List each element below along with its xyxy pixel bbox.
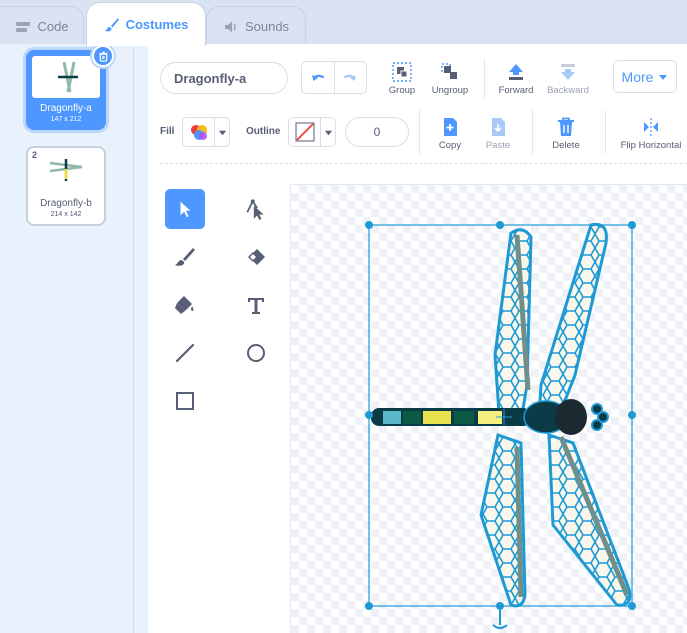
more-label: More bbox=[621, 68, 654, 85]
costume-name: Dragonfly-a bbox=[40, 103, 92, 114]
no-color-icon bbox=[295, 122, 314, 142]
fill-color-picker[interactable] bbox=[182, 117, 230, 147]
text-tool[interactable] bbox=[236, 285, 276, 325]
tab-costumes-label: Costumes bbox=[125, 17, 189, 32]
flip-horizontal-icon bbox=[644, 118, 658, 136]
mixed-colors-icon bbox=[190, 125, 207, 140]
paste-label: Paste bbox=[485, 140, 511, 151]
costume-number: 2 bbox=[32, 150, 38, 160]
dragonfly-thumbnail-icon bbox=[58, 61, 78, 93]
undo-icon bbox=[311, 74, 324, 81]
dragonfly-thumbnail-icon bbox=[49, 159, 83, 181]
arrow-pointer-icon bbox=[180, 201, 191, 218]
undo-button[interactable] bbox=[302, 62, 335, 93]
rectangle-icon bbox=[176, 392, 194, 410]
costume-list: 1 Dragonfly-a 147 x 212 2 Dragonfly-b 21… bbox=[0, 44, 134, 633]
tab-bar: Code Costumes Sounds bbox=[0, 0, 687, 46]
tab-sounds-label: Sounds bbox=[244, 19, 290, 34]
ungroup-label: Ungroup bbox=[431, 85, 469, 96]
delete-button[interactable]: Delete bbox=[538, 114, 594, 151]
rectangle-tool[interactable] bbox=[165, 381, 205, 421]
costume-item-dragonfly-a[interactable]: 1 Dragonfly-a 147 x 212 bbox=[26, 45, 114, 130]
paint-editor: Group Ungroup Forward Backward More Fill… bbox=[148, 44, 687, 633]
lower-right-wing bbox=[547, 432, 632, 607]
brush-icon bbox=[175, 248, 195, 266]
tab-code[interactable]: Code bbox=[0, 6, 84, 46]
forward-icon bbox=[509, 64, 523, 80]
code-blocks-icon bbox=[16, 21, 31, 32]
ungroup-icon bbox=[441, 63, 457, 79]
tab-sounds[interactable]: Sounds bbox=[206, 6, 306, 46]
ungroup-button[interactable]: Ungroup bbox=[422, 59, 478, 96]
brush-icon bbox=[104, 17, 119, 31]
caret-down-icon bbox=[218, 130, 226, 135]
tab-code-label: Code bbox=[37, 19, 69, 34]
tail-segment bbox=[423, 411, 451, 424]
circle-tool[interactable] bbox=[236, 333, 276, 373]
flip-horizontal-button[interactable]: Flip Horizontal bbox=[610, 114, 687, 151]
undo-redo-group bbox=[301, 61, 367, 94]
costume-size: 147 x 212 bbox=[50, 116, 82, 123]
delete-label: Delete bbox=[552, 140, 580, 151]
caret-down-icon bbox=[324, 130, 332, 135]
forward-label: Forward bbox=[498, 85, 534, 96]
toolbar-divider bbox=[160, 163, 687, 164]
backward-label: Backward bbox=[547, 85, 589, 96]
divider bbox=[532, 110, 533, 154]
copy-icon bbox=[444, 118, 457, 136]
dragonfly-sprite[interactable] bbox=[291, 185, 687, 633]
divider bbox=[419, 110, 420, 154]
costume-number: 1 bbox=[33, 55, 39, 65]
forward-button[interactable]: Forward bbox=[488, 59, 544, 96]
line-icon bbox=[175, 343, 195, 363]
flip-horizontal-label: Flip Horizontal bbox=[620, 140, 682, 151]
speaker-icon bbox=[224, 21, 236, 32]
select-tool[interactable] bbox=[165, 189, 205, 229]
delete-costume-button[interactable] bbox=[92, 45, 114, 67]
costume-name-input[interactable] bbox=[160, 62, 288, 94]
outline-color-picker[interactable] bbox=[288, 117, 336, 147]
line-tool[interactable] bbox=[165, 333, 205, 373]
brush-tool[interactable] bbox=[165, 237, 205, 277]
paint-canvas[interactable] bbox=[290, 184, 687, 633]
dragonfly-eye bbox=[597, 411, 609, 423]
rotate-handle-icon[interactable] bbox=[492, 610, 508, 629]
outline-label: Outline bbox=[246, 126, 281, 137]
more-button[interactable]: More bbox=[613, 60, 677, 93]
tab-costumes[interactable]: Costumes bbox=[86, 2, 206, 46]
outline-width-input[interactable] bbox=[345, 117, 409, 147]
group-icon bbox=[392, 62, 412, 82]
reshape-icon bbox=[246, 199, 264, 220]
reshape-tool[interactable] bbox=[236, 189, 276, 229]
tail-segment bbox=[403, 411, 421, 424]
upper-right-wing bbox=[537, 222, 608, 423]
costume-name: Dragonfly-b bbox=[40, 198, 92, 209]
dragonfly-head bbox=[555, 399, 587, 435]
costume-item-dragonfly-b[interactable]: 2 Dragonfly-b 214 x 142 bbox=[26, 146, 106, 226]
paste-button[interactable]: Paste bbox=[470, 114, 526, 151]
circle-icon bbox=[247, 344, 265, 362]
costume-size: 214 x 142 bbox=[50, 211, 82, 218]
eraser-tool[interactable] bbox=[236, 237, 276, 277]
text-icon bbox=[248, 298, 264, 314]
costume-thumbnail bbox=[32, 56, 100, 98]
eraser-icon bbox=[248, 249, 265, 265]
backward-icon bbox=[561, 64, 575, 80]
backward-button[interactable]: Backward bbox=[540, 59, 596, 96]
paste-icon bbox=[492, 118, 505, 136]
divider bbox=[605, 110, 606, 154]
tail-segment bbox=[383, 411, 401, 424]
fill-tool[interactable] bbox=[165, 285, 205, 325]
divider bbox=[484, 58, 485, 98]
caret-down-icon bbox=[659, 74, 668, 80]
redo-button[interactable] bbox=[335, 62, 367, 93]
fill-label: Fill bbox=[160, 126, 175, 137]
trash-icon bbox=[558, 117, 574, 136]
paint-bucket-icon bbox=[175, 296, 194, 314]
trash-icon bbox=[98, 51, 108, 62]
redo-icon bbox=[344, 74, 357, 81]
tail-segment bbox=[454, 411, 474, 424]
